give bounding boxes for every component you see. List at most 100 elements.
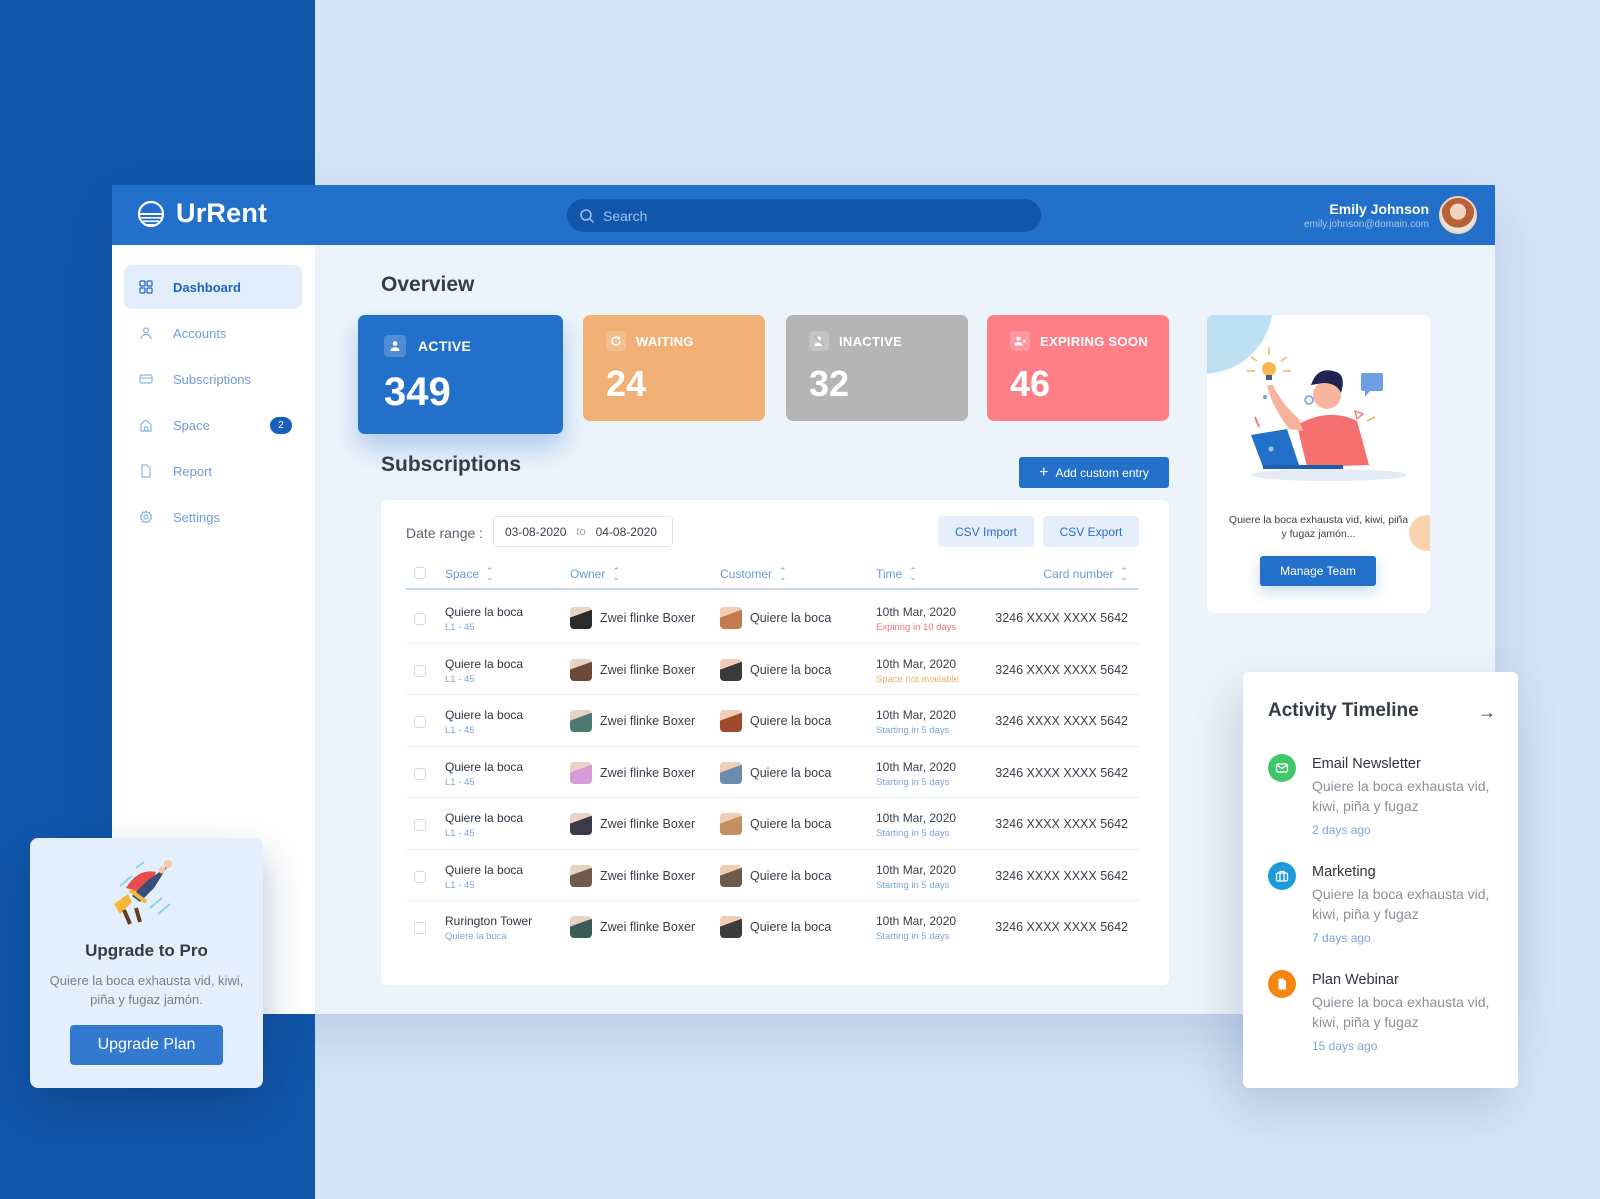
table-row[interactable]: Rurington Tower Quiere la boca Zwei flinke… <box>406 901 1139 953</box>
search-bar[interactable] <box>567 199 1041 232</box>
column-header-time[interactable]: Time ⌃ ⌄ <box>876 566 917 581</box>
sidebar-item-dashboard[interactable]: Dashboard <box>124 265 302 309</box>
csv-import-button[interactable]: CSV Import <box>938 516 1034 547</box>
table-row[interactable]: Quiere la boca L1 - 45 Zwei flinke Boxer Qu… <box>406 798 1139 850</box>
cell-space: Quiere la boca L1 - 45 <box>445 863 523 891</box>
space-sub: L1 - 45 <box>445 879 475 891</box>
owner-name: Zwei flinke Boxer <box>600 765 696 780</box>
customer-avatar <box>720 658 742 681</box>
time-date: 10th Mar, 2020 <box>876 605 957 619</box>
row-checkbox[interactable] <box>414 613 426 625</box>
stat-value: 32 <box>809 363 850 404</box>
sidebar-item-accounts[interactable]: Accounts <box>124 311 302 355</box>
date-from: 03-08-2020 <box>505 524 567 539</box>
column-header-card-number[interactable]: Card number ⌃ ⌄ <box>1043 566 1128 581</box>
arrow-right-icon[interactable]: → <box>1478 702 1496 723</box>
space-sub: L1 - 45 <box>445 725 475 736</box>
date-range-picker[interactable]: 03-08-2020 to 04-08-2020 <box>493 516 673 547</box>
top-bar: UrRent Emily Johnson emily.johnson@domai… <box>112 185 1495 245</box>
stat-label: ACTIVE <box>418 338 472 354</box>
subscriptions-table-card: Date range : 03-08-2020 to 04-08-2020 CS… <box>381 500 1169 985</box>
grid-icon <box>139 280 153 294</box>
sidebar-item-subscriptions[interactable]: Subscriptions <box>124 357 302 401</box>
row-checkbox[interactable] <box>414 870 426 883</box>
activity-item-desc: Quiere la boca exhausta vid, kiwi, piña … <box>1312 778 1490 814</box>
upgrade-plan-button[interactable]: Upgrade Plan <box>70 1025 223 1065</box>
table-row[interactable]: Quiere la boca L1 - 45 Zwei flinke Boxer Qu… <box>406 644 1139 695</box>
subscriptions-title: Subscriptions <box>381 453 522 476</box>
cell-card-number: 3246 XXXX XXXX 5642 <box>995 868 1128 883</box>
stat-value: 46 <box>1010 363 1051 404</box>
stat-card-waiting[interactable]: WAITING 24 <box>583 315 765 421</box>
stat-value: 349 <box>384 370 451 414</box>
sidebar-item-report[interactable]: Report <box>124 449 302 493</box>
sidebar-item-label: Dashboard <box>173 279 241 295</box>
stat-card-inactive[interactable]: INACTIVE 32 <box>786 315 968 421</box>
add-custom-entry-button[interactable]: + Add custom entry <box>1019 457 1169 488</box>
app-name: UrRent <box>176 198 268 228</box>
csv-export-button[interactable]: CSV Export <box>1043 516 1139 547</box>
sidebar-item-label: Subscriptions <box>173 371 252 387</box>
row-checkbox[interactable] <box>414 716 426 728</box>
select-all-checkbox[interactable] <box>414 567 426 579</box>
cell-time: 10th Mar, 2020 Space not available <box>876 657 959 685</box>
stat-card-active[interactable]: ACTIVE 349 <box>358 315 563 434</box>
customer-name: Quiere la boca <box>750 714 832 728</box>
user-avatar[interactable] <box>1439 196 1477 234</box>
plus-icon: + <box>1039 463 1049 481</box>
cell-customer: Quiere la boca <box>720 658 831 681</box>
logo-icon <box>137 200 165 227</box>
customer-avatar <box>720 761 742 784</box>
cell-space: Quiere la boca L1 - 45 <box>445 811 523 839</box>
column-header-customer[interactable]: Customer ⌃ ⌄ <box>720 566 787 581</box>
cell-time: 10th Mar, 2020 Starting in 5 days <box>876 708 956 736</box>
time-date: 10th Mar, 2020 <box>876 811 957 825</box>
table-row[interactable]: Quiere la boca L1 - 45 Zwei flinke Boxer Qu… <box>406 695 1139 747</box>
cell-space: Quiere la boca L1 - 45 <box>445 657 523 685</box>
upgrade-title: Upgrade to Pro <box>85 941 208 960</box>
manage-team-button[interactable]: Manage Team <box>1260 556 1376 586</box>
space-name: Quiere la boca <box>445 759 524 774</box>
cell-customer: Quiere la boca <box>720 607 831 629</box>
brand[interactable]: UrRent <box>136 198 267 229</box>
upgrade-desc: Quiere la boca exhausta vid, kiwi, piña … <box>49 973 244 1007</box>
table-row[interactable]: Quiere la boca L1 - 45 Zwei flinke Boxer Qu… <box>406 850 1139 901</box>
cell-space: Quiere la boca L1 - 45 <box>445 708 523 736</box>
user-x-icon <box>1014 336 1026 346</box>
table-row[interactable]: Quiere la boca L1 - 45 Zwei flinke Boxer Qu… <box>406 592 1139 644</box>
customer-avatar <box>720 710 742 732</box>
row-checkbox[interactable] <box>414 767 426 780</box>
stat-card-expiring-soon[interactable]: EXPIRING SOON 46 <box>987 315 1169 421</box>
search-icon <box>580 208 595 223</box>
cell-space: Quiere la boca L1 - 45 <box>445 760 523 788</box>
column-header-space[interactable]: Space ⌃ ⌄ <box>445 566 494 581</box>
row-checkbox[interactable] <box>414 819 426 831</box>
activity-item-desc: Quiere la boca exhausta vid, kiwi, piña … <box>1312 886 1490 922</box>
sidebar-item-space[interactable]: Space 2 <box>124 403 302 447</box>
cell-card-number: 3246 XXXX XXXX 5642 <box>995 714 1128 728</box>
time-date: 10th Mar, 2020 <box>876 862 957 877</box>
owner-name: Zwei flinke Boxer <box>600 868 696 883</box>
owner-avatar <box>570 761 592 784</box>
cell-space: Quiere la boca L1 - 45 <box>445 605 523 633</box>
cell-card-number: 3246 XXXX XXXX 5642 <box>995 662 1128 677</box>
row-checkbox[interactable] <box>414 664 426 677</box>
cell-card-number: 3246 XXXX XXXX 5642 <box>995 920 1128 934</box>
search-input[interactable] <box>603 207 1023 224</box>
owner-avatar <box>570 916 592 938</box>
activity-item-title: Plan Webinar <box>1312 972 1399 988</box>
cell-time: 10th Mar, 2020 Starting in 5 days <box>876 811 956 839</box>
row-checkbox[interactable] <box>414 922 426 934</box>
space-name: Rurington Tower <box>445 914 533 928</box>
sidebar-item-settings[interactable]: Settings <box>124 495 302 539</box>
cell-owner: Zwei flinke Boxer <box>570 710 695 732</box>
user-profile[interactable]: Emily Johnson emily.johnson@domain.com <box>1304 196 1477 234</box>
briefcase-icon <box>1275 870 1289 882</box>
overview-title: Overview <box>381 273 475 296</box>
team-card-text: Quiere la boca exhausta vid, kiwi, piña … <box>1228 514 1409 540</box>
customer-avatar <box>720 864 742 887</box>
time-status: Starting in 5 days <box>876 725 950 736</box>
column-header-owner[interactable]: Owner ⌃ ⌄ <box>570 566 620 581</box>
sidebar-item-label: Space <box>173 417 210 433</box>
table-row[interactable]: Quiere la boca L1 - 45 Zwei flinke Boxer Qu… <box>406 747 1139 798</box>
